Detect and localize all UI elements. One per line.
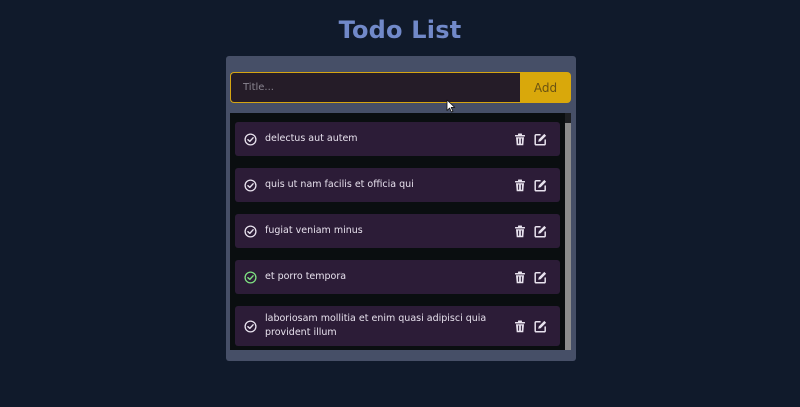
check-circle-icon[interactable] [244,319,257,333]
trash-icon[interactable] [514,179,526,192]
trash-icon[interactable] [514,225,526,238]
edit-icon[interactable] [534,179,547,192]
scrollbar-thumb[interactable] [565,123,571,350]
edit-icon[interactable] [534,225,547,238]
todo-text: delectus aut autem [265,133,358,144]
check-circle-icon[interactable] [244,270,257,284]
todo-item: fugiat veniam minus [235,214,560,248]
check-circle-icon[interactable] [244,132,257,146]
todo-text: quis ut nam facilis et officia qui [265,179,414,190]
edit-icon[interactable] [534,271,547,284]
todo-item: delectus aut autem [235,122,560,156]
edit-icon[interactable] [534,133,547,146]
todo-item: laboriosam mollitia et enim quasi adipis… [235,306,560,346]
todo-text: et porro tempora [265,271,347,282]
page-title: Todo List [338,16,462,44]
edit-icon[interactable] [534,320,547,333]
check-circle-icon[interactable] [244,178,257,192]
add-button[interactable]: Add [520,72,571,103]
todo-app: Todo List Add delectus aut autem [0,0,800,407]
title-input[interactable] [230,72,520,103]
check-circle-icon[interactable] [244,224,257,238]
todo-panel: Add delectus aut autem [226,56,576,361]
todo-item: et porro tempora [235,260,560,294]
trash-icon[interactable] [514,271,526,284]
todo-item: quis ut nam facilis et officia qui [235,168,560,202]
trash-icon[interactable] [514,320,526,333]
todo-list[interactable]: delectus aut autem quis ut nam facilis e… [230,113,571,350]
trash-icon[interactable] [514,133,526,146]
mouse-cursor-icon [446,99,456,113]
todo-text: fugiat veniam minus [265,225,363,236]
list-scrollbar[interactable] [565,113,571,350]
add-todo-form: Add [230,72,571,103]
todo-text: laboriosam mollitia et enim quasi adipis… [265,313,487,338]
